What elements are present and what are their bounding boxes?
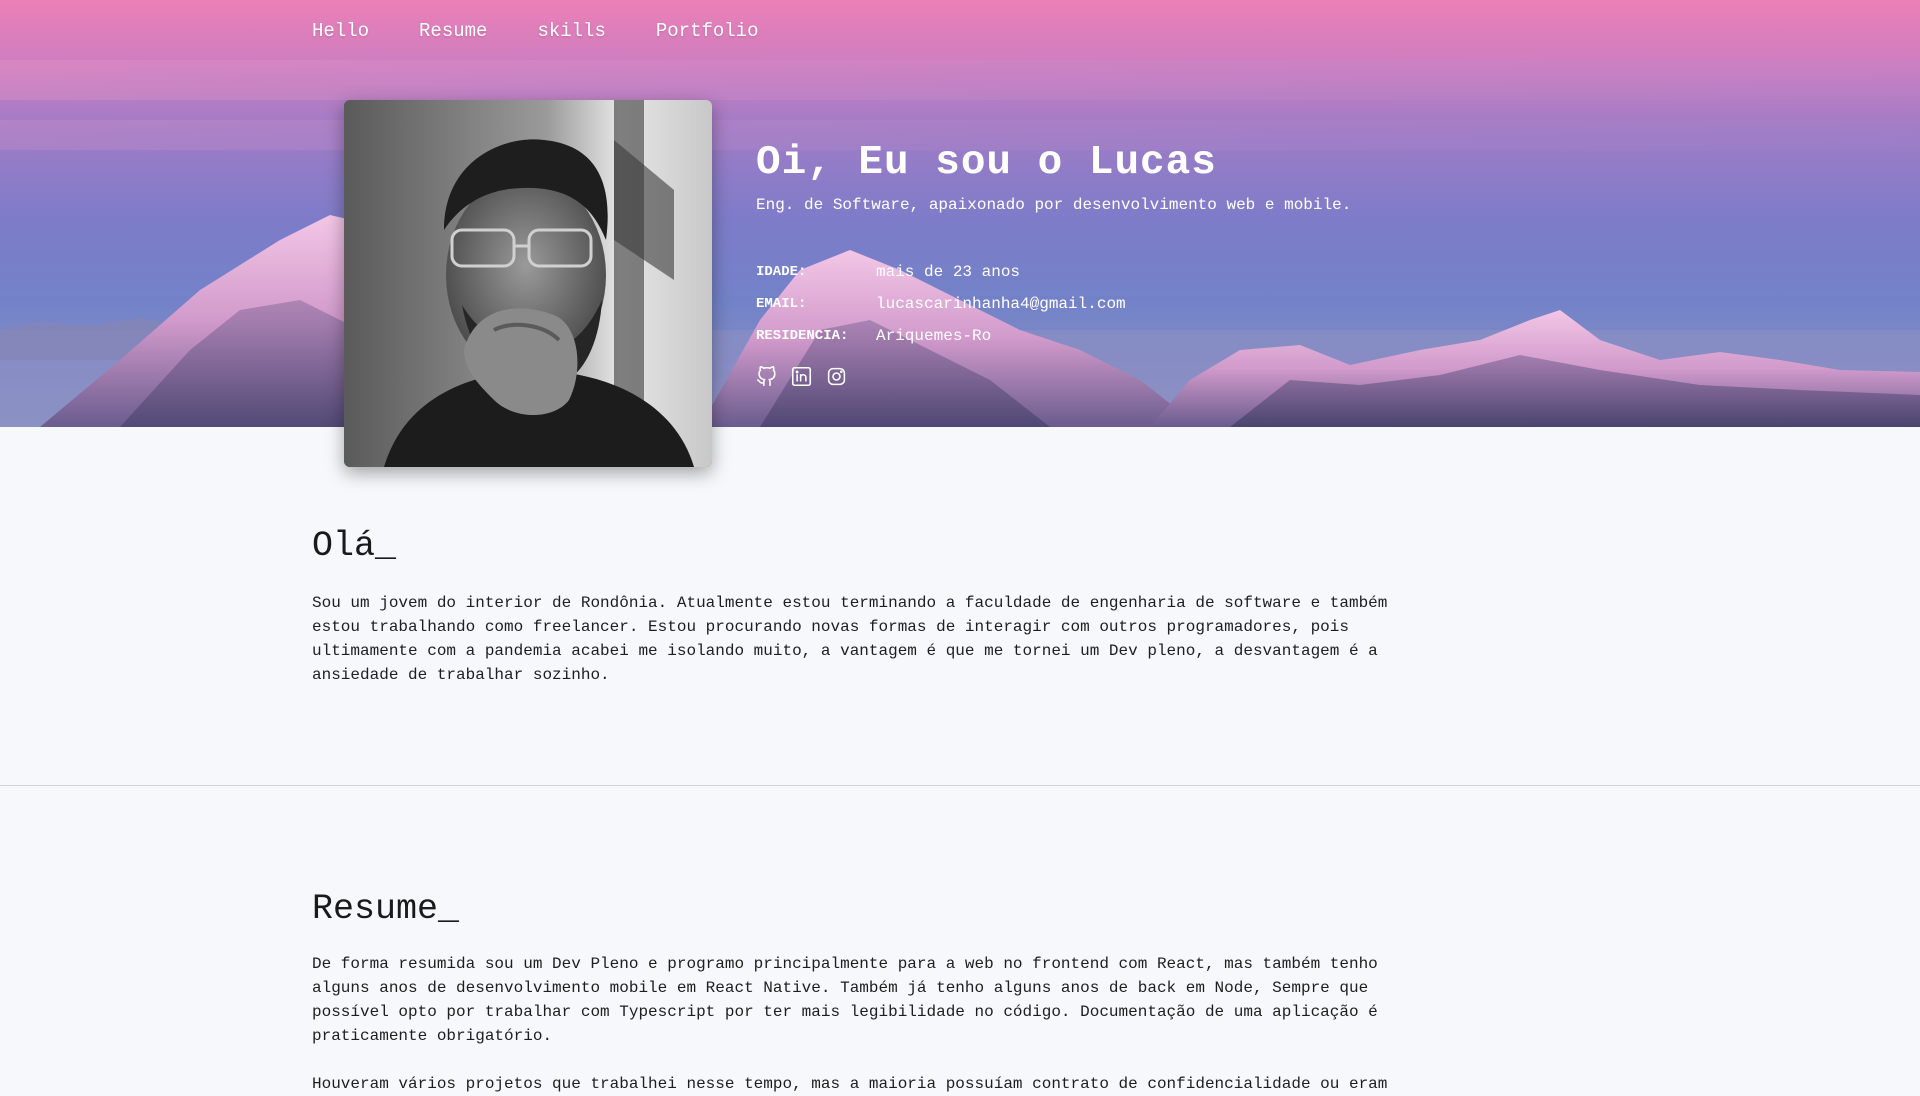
top-navigation: Hello Resume skills Portfolio	[312, 20, 758, 42]
section-title-resume: Resume_	[312, 889, 460, 929]
social-links	[756, 366, 1351, 387]
hello-section: Olá_ Sou um jovem do interior de Rondôni…	[312, 526, 1402, 687]
section-divider	[0, 785, 1920, 786]
nav-item-resume[interactable]: Resume	[419, 20, 487, 42]
hello-paragraph: Sou um jovem do interior de Rondônia. At…	[312, 594, 1388, 684]
info-row-age: IDADE: mais de 23 anos	[756, 256, 1351, 288]
info-row-email: EMAIL: lucascarinhanha4@gmail.com	[756, 288, 1351, 320]
hero-subtitle: Eng. de Software, apaixonado por desenvo…	[756, 196, 1352, 214]
info-key: RESIDENCIA:	[756, 328, 849, 344]
profile-photo	[344, 100, 712, 467]
intro-panel: Oi, Eu sou o Lucas Eng. de Software, apa…	[756, 140, 1351, 387]
resume-section: Resume_ De forma resumida sou um Dev Ple…	[312, 889, 1402, 1096]
info-value: mais de 23 anos	[876, 263, 1021, 281]
github-icon[interactable]	[756, 366, 777, 387]
resume-paragraph-2: Houveram vários projetos que trabalhei n…	[312, 1075, 1388, 1093]
resume-paragraph: De forma resumida sou um Dev Pleno e pro…	[312, 955, 1378, 1045]
section-title-hello: Olá_	[312, 526, 397, 566]
hero-title: Oi, Eu sou o Lucas	[756, 140, 1217, 186]
info-value-email[interactable]: lucascarinhanha4@gmail.com	[876, 288, 1126, 320]
info-key: IDADE:	[756, 264, 807, 280]
personal-info: IDADE: mais de 23 anos EMAIL: lucascarin…	[756, 256, 1351, 352]
linkedin-icon[interactable]	[791, 366, 812, 387]
info-value: Ariquemes-Ro	[876, 327, 992, 345]
nav-item-skills[interactable]: skills	[537, 20, 605, 42]
nav-item-portfolio[interactable]: Portfolio	[656, 20, 759, 42]
info-key: EMAIL:	[756, 296, 807, 312]
info-row-residence: RESIDENCIA: Ariquemes-Ro	[756, 320, 1351, 352]
hero-banner: Hello Resume skills Portfolio Oi, Eu sou…	[0, 0, 1920, 427]
instagram-icon[interactable]	[826, 366, 847, 387]
nav-item-hello[interactable]: Hello	[312, 20, 369, 42]
